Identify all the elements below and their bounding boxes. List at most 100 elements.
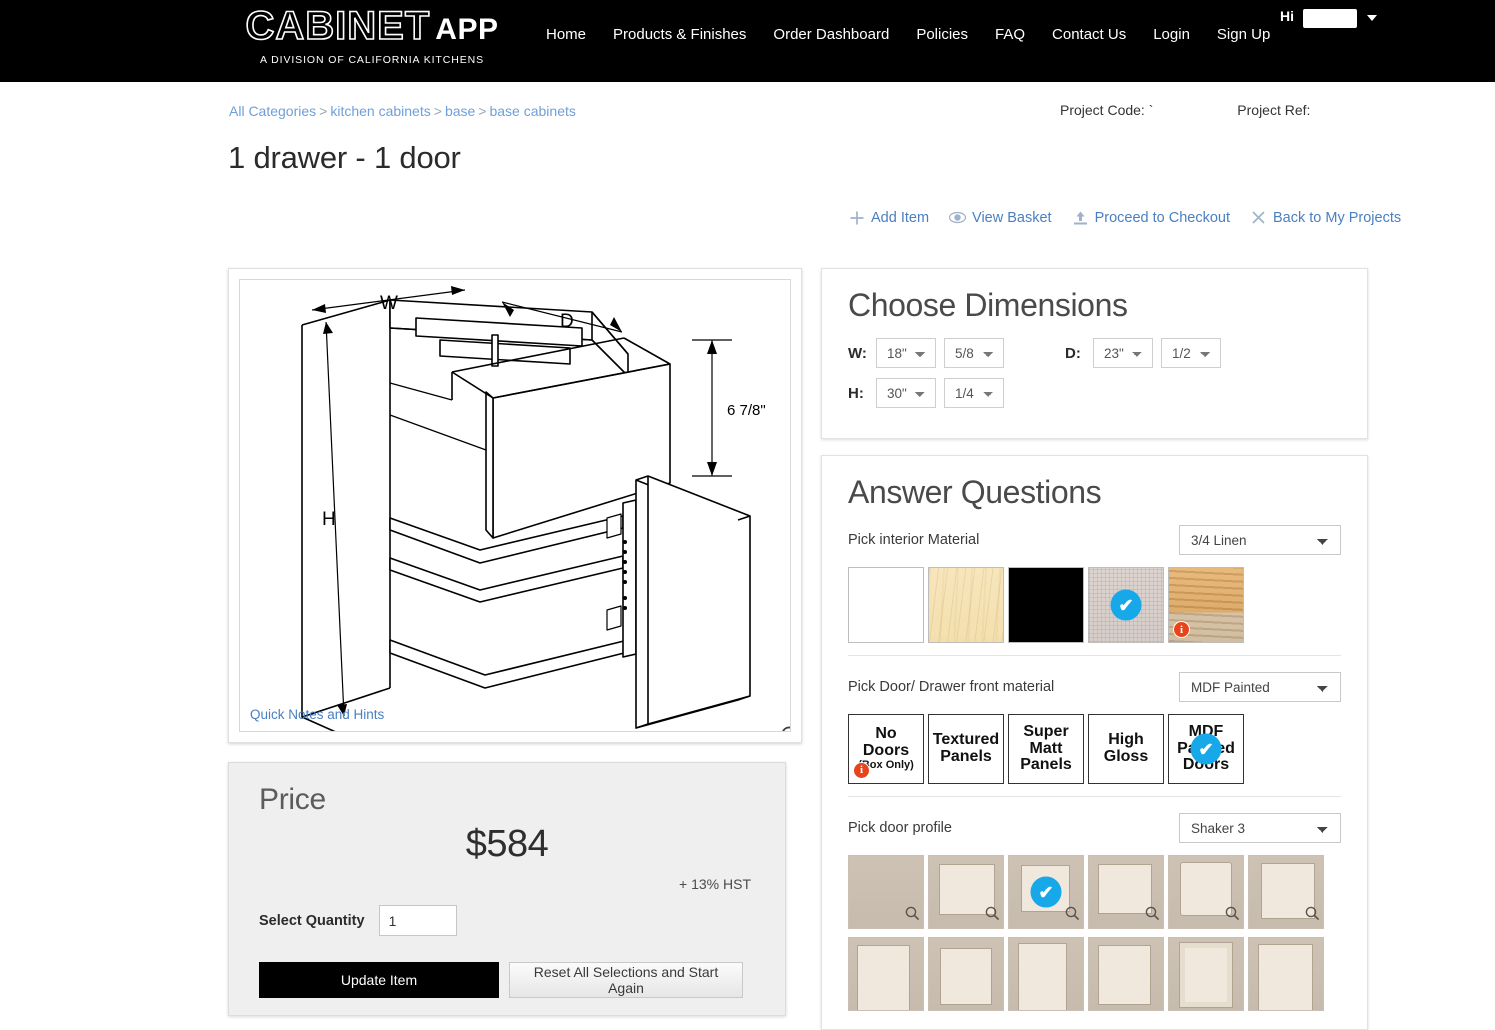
tile-line-1: High <box>1108 731 1144 749</box>
breadcrumb-item-base-cabinets[interactable]: base cabinets <box>489 103 575 119</box>
door-material-super-matt-panels[interactable]: Super Matt Panels <box>1008 714 1084 784</box>
door-profile-thumb-6[interactable] <box>1248 855 1324 929</box>
logo[interactable]: CABINET APP A DIVISION OF CALIFORNIA KIT… <box>236 0 508 66</box>
depth-fraction-select[interactable]: 1/2 <box>1161 338 1221 368</box>
tile-line-2: Gloss <box>1103 748 1149 765</box>
dimension-label-d: D <box>560 311 574 332</box>
project-code-value: ` <box>1148 102 1156 118</box>
nav-item-faq[interactable]: FAQ <box>995 26 1025 43</box>
answer-questions-title: Answer Questions <box>848 474 1102 510</box>
dimension-row-height: H: 30" 1/4 <box>848 378 1341 408</box>
door-material-label: Pick Door/ Drawer front material <box>848 679 1055 695</box>
door-profile-thumb-1[interactable] <box>848 855 924 929</box>
nav-item-policies[interactable]: Policies <box>916 26 968 43</box>
width-fraction-select[interactable]: 5/8 <box>944 338 1004 368</box>
magnifier-icon[interactable] <box>905 906 920 926</box>
quantity-input[interactable] <box>378 905 457 936</box>
magnifier-icon[interactable] <box>1145 906 1160 926</box>
nav-item-home[interactable]: Home <box>546 26 586 43</box>
question-door-material: Pick Door/ Drawer front material MDF Pai… <box>848 655 1341 796</box>
breadcrumb-item-all-categories[interactable]: All Categories <box>229 103 316 119</box>
height-fraction-select[interactable]: 1/4 <box>944 378 1004 408</box>
add-item-label: Add Item <box>871 209 930 226</box>
tile-line-1: Textured <box>932 731 1000 749</box>
project-info: Project Code: ` Project Ref: <box>1060 102 1310 118</box>
swatch-white[interactable] <box>848 567 924 643</box>
magnifier-icon[interactable] <box>1225 906 1240 926</box>
door-profile-thumb-4[interactable] <box>1088 855 1164 929</box>
width-whole-select[interactable]: 18" <box>876 338 936 368</box>
swatch-maple[interactable] <box>928 567 1004 643</box>
door-material-high-gloss[interactable]: High Gloss <box>1088 714 1164 784</box>
close-icon <box>1250 209 1267 226</box>
logo-main-text: CABINET <box>245 4 431 48</box>
choose-dimensions-panel: Choose Dimensions W: 18" 5/8 D: 23" 1/2 <box>821 268 1368 439</box>
logo-accent-text: APP <box>435 13 499 46</box>
breadcrumb-separator: > <box>478 103 487 119</box>
nav-item-products-finishes[interactable]: Products & Finishes <box>613 26 746 43</box>
breadcrumb-item-base[interactable]: base <box>445 103 475 119</box>
info-icon[interactable]: i <box>1173 621 1190 638</box>
user-menu[interactable]: Hi <box>1280 6 1377 28</box>
quantity-label: Select Quantity <box>259 912 365 929</box>
nav-item-login[interactable]: Login <box>1153 26 1190 43</box>
price-amount: $584 <box>465 823 549 865</box>
door-material-select[interactable]: MDF Painted <box>1179 672 1341 702</box>
user-name-redacted <box>1303 9 1357 28</box>
quantity-row: Select Quantity <box>259 905 755 936</box>
door-profile-thumb-3[interactable]: ✔ <box>1008 855 1084 929</box>
cabinet-line-drawing-svg: W D H 6 7/8" <box>301 286 766 731</box>
door-material-tiles: No Doors (Box Only) i Textured Panels Su… <box>848 714 1341 784</box>
price-tax-note: + 13% HST <box>679 876 751 892</box>
magnifier-icon[interactable] <box>1305 906 1320 926</box>
price-actions: Update Item Reset All Selections and Sta… <box>259 962 755 998</box>
breadcrumb-item-kitchen-cabinets[interactable]: kitchen cabinets <box>330 103 430 119</box>
price-title: Price <box>259 783 326 816</box>
update-item-button[interactable]: Update Item <box>259 962 499 998</box>
left-column: W D H 6 7/8" Quick Notes and Hints Price… <box>228 268 802 1016</box>
depth-label: D: <box>1065 344 1081 362</box>
door-material-mdf-painted-doors[interactable]: MDF Painted Doors ✔ <box>1168 714 1244 784</box>
product-drawing[interactable]: W D H 6 7/8" Quick Notes and Hints <box>239 279 791 732</box>
dimension-row-width: W: 18" 5/8 D: 23" 1/2 <box>848 338 1341 368</box>
door-material-no-doors[interactable]: No Doors (Box Only) i <box>848 714 924 784</box>
door-profile-thumb-5[interactable] <box>1168 855 1244 929</box>
dimension-label-w: W <box>380 293 398 314</box>
nav-item-contact-us[interactable]: Contact Us <box>1052 26 1126 43</box>
swatch-plywood[interactable]: i <box>1168 567 1244 643</box>
breadcrumb: All Categories > kitchen cabinets > base > bas… <box>229 103 576 119</box>
magnifier-icon[interactable] <box>985 906 1000 926</box>
nav-item-order-dashboard[interactable]: Order Dashboard <box>773 26 889 43</box>
add-item-button[interactable]: Add Item <box>848 209 929 226</box>
quick-notes-link[interactable]: Quick Notes and Hints <box>250 707 384 722</box>
dimension-label-drawer-height: 6 7/8" <box>727 402 766 419</box>
proceed-to-checkout-label: Proceed to Checkout <box>1094 209 1230 226</box>
selected-check-icon: ✔ <box>1110 589 1142 621</box>
interior-material-select[interactable]: 3/4 Linen <box>1179 525 1341 555</box>
proceed-to-checkout-button[interactable]: Proceed to Checkout <box>1072 209 1230 226</box>
door-profile-thumb-7[interactable] <box>848 937 924 1011</box>
door-profile-thumb-10[interactable] <box>1088 937 1164 1011</box>
back-to-my-projects-button[interactable]: Back to My Projects <box>1250 209 1401 226</box>
swatch-black[interactable] <box>1008 567 1084 643</box>
view-basket-button[interactable]: View Basket <box>949 209 1052 226</box>
height-whole-select[interactable]: 30" <box>876 378 936 408</box>
nav-item-sign-up[interactable]: Sign Up <box>1217 26 1270 43</box>
door-profile-thumb-2[interactable] <box>928 855 1004 929</box>
depth-whole-select[interactable]: 23" <box>1093 338 1153 368</box>
door-profile-thumb-12[interactable] <box>1248 937 1324 1011</box>
product-drawing-card: W D H 6 7/8" Quick Notes and Hints <box>228 268 802 743</box>
info-icon[interactable]: i <box>853 762 870 779</box>
dimension-label-h: H <box>322 509 336 530</box>
door-profile-select[interactable]: Shaker 3 <box>1179 813 1341 843</box>
door-profile-thumb-8[interactable] <box>928 937 1004 1011</box>
swatch-linen[interactable]: ✔ <box>1088 567 1164 643</box>
site-header: CABINET APP A DIVISION OF CALIFORNIA KIT… <box>0 0 1495 82</box>
reset-selections-button[interactable]: Reset All Selections and Start Again <box>509 962 743 998</box>
door-profile-label: Pick door profile <box>848 820 952 836</box>
door-material-textured-panels[interactable]: Textured Panels <box>928 714 1004 784</box>
door-profile-thumb-9[interactable] <box>1008 937 1084 1011</box>
tile-line-3: Panels <box>1020 756 1072 774</box>
door-profile-thumb-11[interactable] <box>1168 937 1244 1011</box>
magnifier-icon[interactable] <box>1065 906 1080 926</box>
